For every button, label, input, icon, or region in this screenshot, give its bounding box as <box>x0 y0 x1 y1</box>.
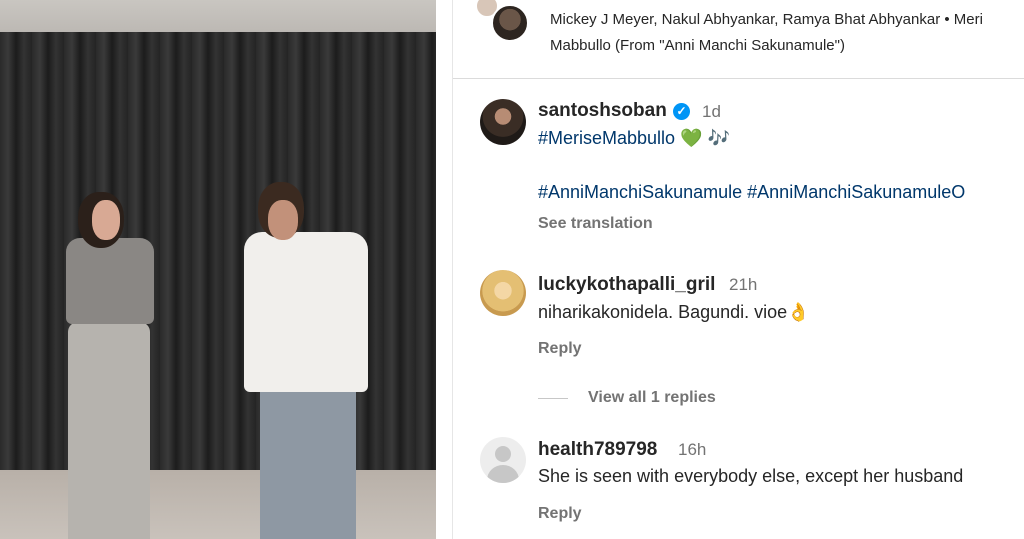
comment-text: She is seen with everybody else, except … <box>538 466 964 486</box>
see-translation-button[interactable]: See translation <box>538 215 653 233</box>
comment-time[interactable]: 21h <box>729 275 757 295</box>
comment-time[interactable]: 16h <box>678 440 706 460</box>
comment-username[interactable]: luckykothapalli_gril <box>538 274 715 296</box>
audio-title[interactable]: Mabbullo (From "Anni Manchi Sakunamule") <box>550 37 845 54</box>
reel-video[interactable] <box>0 0 436 539</box>
comment-text: niharikakonidela. Bagundi. vioe👌 <box>538 302 810 322</box>
view-replies-button[interactable]: View all 1 replies <box>588 389 716 407</box>
caption-username[interactable]: santoshsoban <box>538 100 667 122</box>
view-replies-divider <box>538 398 568 399</box>
comments-panel: Mickey J Meyer, Nakul Abhyankar, Ramya B… <box>452 0 1024 539</box>
caption-line-1: #MeriseMabbullo 💚 🎶 <box>538 128 730 149</box>
hashtag-link[interactable]: #AnniManchiSakunamuleO <box>747 182 965 202</box>
audio-header: Mickey J Meyer, Nakul Abhyankar, Ramya B… <box>453 0 1024 79</box>
hashtag-link[interactable]: #MeriseMabbullo <box>538 128 675 148</box>
comment-username[interactable]: health789798 <box>538 439 657 461</box>
floor <box>0 470 436 539</box>
verified-badge-icon: ✓ <box>673 103 690 120</box>
caption-line-2: #AnniManchiSakunamule #AnniManchiSakunam… <box>538 182 965 203</box>
hashtag-link[interactable]: #AnniManchiSakunamule <box>538 182 742 202</box>
reply-button[interactable]: Reply <box>538 340 582 358</box>
music-notes-icon: 🎶 <box>707 128 730 148</box>
reply-button[interactable]: Reply <box>538 505 582 523</box>
author-avatar[interactable] <box>491 4 529 42</box>
comment-avatar[interactable] <box>480 270 526 316</box>
default-avatar-icon[interactable] <box>480 437 526 483</box>
caption-time[interactable]: 1d <box>702 102 721 122</box>
audio-artists[interactable]: Mickey J Meyer, Nakul Abhyankar, Ramya B… <box>550 11 983 28</box>
green-heart-icon: 💚 <box>680 128 703 148</box>
caption-author-avatar[interactable] <box>480 99 526 145</box>
